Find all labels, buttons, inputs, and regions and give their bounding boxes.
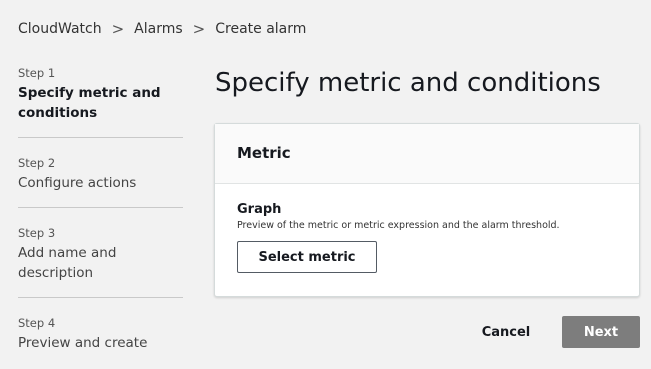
breadcrumb: CloudWatch > Alarms > Create alarm — [18, 20, 306, 38]
breadcrumb-cloudwatch[interactable]: CloudWatch — [18, 21, 102, 37]
step-1: Step 1 Specify metric and conditions — [18, 66, 183, 138]
step-title: Preview and create — [18, 335, 148, 351]
step-3[interactable]: Step 3 Add name and description — [18, 226, 183, 298]
metric-panel: Metric Graph Preview of the metric or me… — [214, 123, 640, 297]
breadcrumb-alarms[interactable]: Alarms — [134, 21, 183, 37]
wizard-steps: Step 1 Specify metric and conditions Ste… — [18, 66, 183, 369]
step-number: Step 2 — [18, 156, 56, 170]
step-title: Configure actions — [18, 175, 137, 191]
breadcrumb-current: Create alarm — [215, 21, 307, 37]
chevron-right-icon: > — [111, 20, 125, 38]
step-title: Specify metric and conditions — [18, 85, 161, 121]
panel-header: Metric — [215, 124, 639, 184]
cancel-button[interactable]: Cancel — [470, 316, 542, 348]
step-number: Step 3 — [18, 226, 56, 240]
next-button[interactable]: Next — [562, 316, 640, 348]
panel-body: Graph Preview of the metric or metric ex… — [215, 184, 639, 273]
graph-title: Graph — [237, 202, 282, 217]
select-metric-button[interactable]: Select metric — [237, 241, 377, 273]
step-number: Step 4 — [18, 316, 56, 330]
step-number: Step 1 — [18, 66, 56, 80]
step-4[interactable]: Step 4 Preview and create — [18, 316, 183, 367]
step-2[interactable]: Step 2 Configure actions — [18, 156, 183, 208]
step-title: Add name and description — [18, 245, 117, 281]
page-title: Specify metric and conditions — [215, 68, 601, 98]
chevron-right-icon: > — [192, 20, 206, 38]
graph-description: Preview of the metric or metric expressi… — [237, 220, 560, 231]
